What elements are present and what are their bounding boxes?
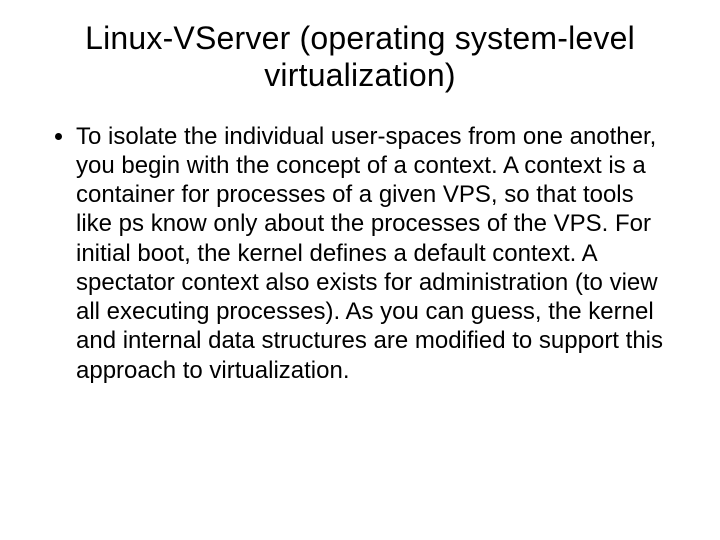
- bullet-item: To isolate the individual user-spaces fr…: [76, 122, 672, 385]
- bullet-list: To isolate the individual user-spaces fr…: [48, 122, 672, 385]
- slide: Linux-VServer (operating system-level vi…: [0, 0, 720, 540]
- slide-title: Linux-VServer (operating system-level vi…: [48, 20, 672, 94]
- slide-body: To isolate the individual user-spaces fr…: [48, 122, 672, 385]
